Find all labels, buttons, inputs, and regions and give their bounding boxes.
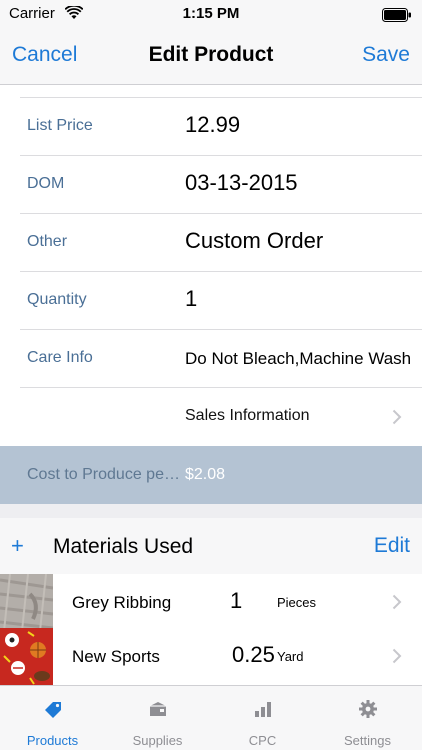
dom-label: DOM — [27, 175, 65, 192]
cost-to-produce-value: $2.08 — [185, 466, 226, 483]
other-field[interactable]: Custom Order — [185, 228, 323, 254]
material-quantity: 0.25 — [232, 642, 275, 667]
other-label: Other — [27, 233, 68, 250]
dom-row[interactable]: DOM 03-13-2015 — [0, 156, 422, 214]
materials-header: + Materials Used Edit — [0, 518, 422, 574]
tab-settings[interactable]: Settings — [315, 686, 420, 750]
tag-icon — [45, 702, 61, 718]
care-info-field[interactable]: Do Not Bleach,Machine Wash — [185, 349, 411, 369]
material-thumbnail — [0, 574, 53, 631]
care-info-label: Care Info — [27, 349, 93, 366]
save-button[interactable]: Save — [362, 43, 410, 67]
other-row[interactable]: Other Custom Order — [0, 214, 422, 272]
dom-field[interactable]: 03-13-2015 — [185, 170, 298, 196]
cost-to-produce-row: Cost to Produce pe… $2.08 — [0, 446, 422, 504]
tab-label: CPC — [248, 733, 277, 748]
material-unit: Pieces — [277, 595, 317, 610]
chevron-right-icon — [392, 409, 402, 425]
material-name: New Sports — [72, 647, 160, 666]
edit-materials-button[interactable]: Edit — [374, 534, 410, 558]
tab-label: Supplies — [132, 733, 183, 748]
bar-chart-icon — [255, 702, 271, 717]
box-icon — [150, 702, 166, 716]
list-price-field[interactable]: 12.99 — [185, 112, 240, 138]
chevron-right-icon — [392, 648, 402, 664]
add-material-button[interactable]: + — [11, 533, 24, 559]
material-unit: Yard — [277, 649, 304, 664]
material-quantity: 1 — [230, 588, 243, 613]
tab-cpc[interactable]: CPC — [210, 686, 315, 750]
tab-bar: Products Supplies CPC Settings — [0, 685, 422, 750]
list-price-label: List Price — [27, 117, 93, 134]
quantity-label: Quantity — [27, 291, 87, 308]
navigation-bar: Cancel Edit Product Save — [0, 28, 422, 85]
status-bar: Carrier 1:15 PM — [0, 0, 422, 28]
battery-icon — [382, 8, 411, 22]
sales-information-row[interactable]: Sales Information — [0, 388, 422, 446]
materials-title: Materials Used — [53, 535, 194, 558]
sales-information-link[interactable]: Sales Information — [185, 407, 310, 425]
cancel-button[interactable]: Cancel — [12, 43, 77, 67]
quantity-field[interactable]: 1 — [185, 286, 197, 312]
gear-icon — [359, 700, 377, 718]
tab-supplies[interactable]: Supplies — [105, 686, 210, 750]
list-price-row[interactable]: List Price 12.99 — [0, 98, 422, 156]
material-row-new-sports[interactable]: New Sports 0.25 Yard — [0, 628, 422, 685]
chevron-right-icon — [392, 594, 402, 610]
material-row-grey-ribbing[interactable]: Grey Ribbing 1 Pieces — [0, 574, 422, 631]
tab-products[interactable]: Products — [0, 686, 105, 750]
status-time: 1:15 PM — [182, 5, 240, 22]
tab-label: Settings — [344, 733, 391, 748]
quantity-row[interactable]: Quantity 1 — [0, 272, 422, 330]
tab-label: Products — [26, 733, 79, 748]
material-thumbnail — [0, 628, 53, 685]
cost-to-produce-label: Cost to Produce pe… — [27, 466, 180, 483]
section-gap — [0, 504, 422, 518]
care-info-row[interactable]: Care Info Do Not Bleach,Machine Wash — [0, 330, 422, 388]
material-name: Grey Ribbing — [72, 593, 172, 612]
